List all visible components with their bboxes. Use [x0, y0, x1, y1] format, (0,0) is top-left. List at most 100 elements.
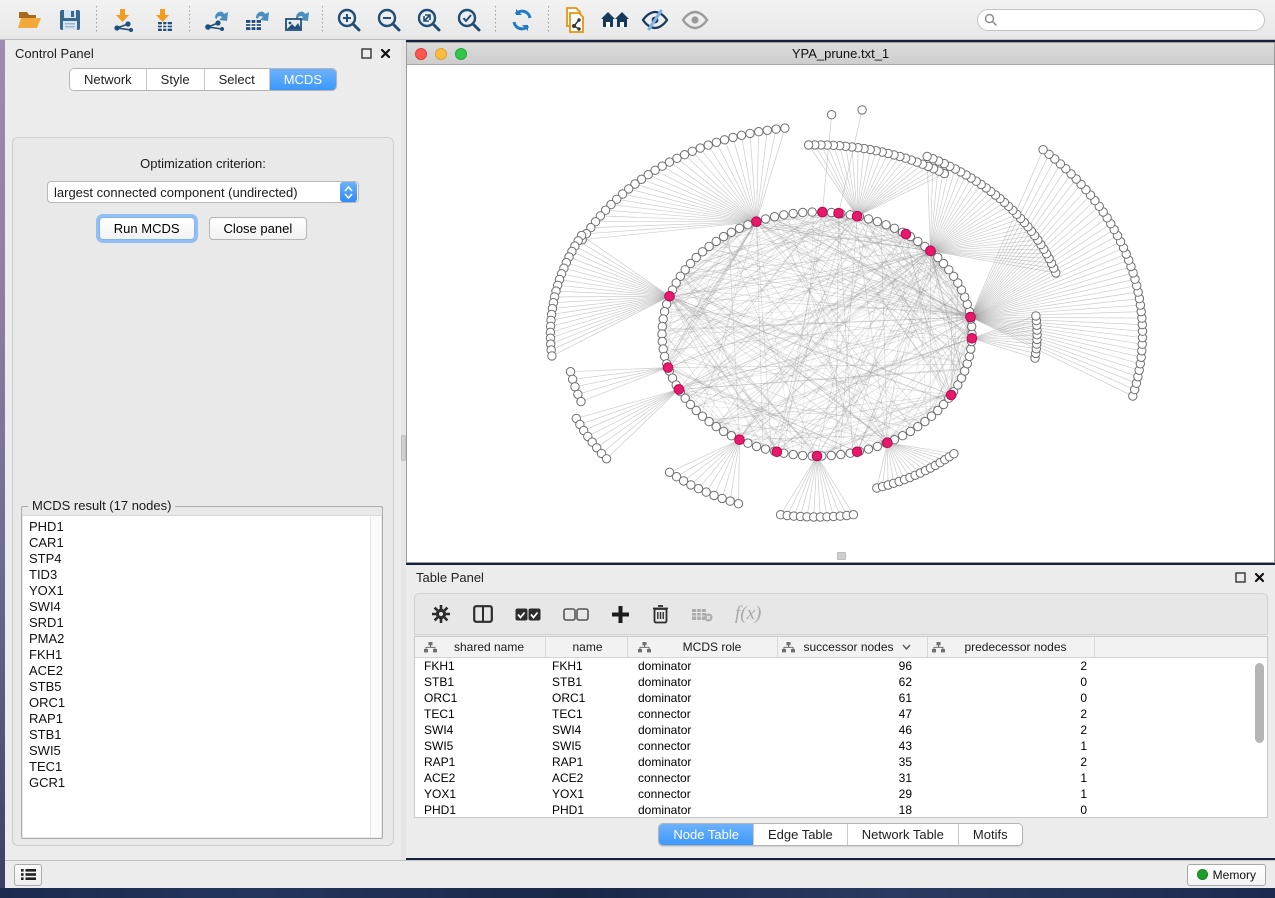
table-cell[interactable]: RAP1 — [546, 754, 628, 770]
table-cell[interactable]: STB1 — [546, 674, 628, 690]
table-row[interactable]: PHD1PHD1dominator180 — [415, 802, 1267, 818]
table-cell[interactable]: SWI5 — [546, 738, 628, 754]
splitter-grip-horizontal[interactable] — [837, 552, 846, 560]
tab-mcds[interactable]: MCDS — [270, 69, 336, 90]
table-cell[interactable]: FKH1 — [415, 658, 546, 674]
zoom-out-button[interactable] — [369, 3, 409, 37]
add-column-button[interactable] — [611, 605, 630, 624]
table-cell[interactable]: TEC1 — [546, 706, 628, 722]
column-header-predecessor-nodes[interactable]: predecessor nodes — [928, 637, 1095, 657]
close-panel-icon[interactable] — [1254, 572, 1265, 583]
table-cell[interactable]: ACE2 — [415, 770, 546, 786]
save-session-button[interactable] — [50, 3, 90, 37]
table-row[interactable]: RAP1RAP1dominator352 — [415, 754, 1267, 770]
table-row[interactable]: YOX1YOX1connector291 — [415, 786, 1267, 802]
table-scrollbar[interactable] — [1255, 663, 1264, 743]
zoom-selected-button[interactable] — [449, 3, 489, 37]
table-cell[interactable]: 0 — [928, 802, 1095, 818]
tab-style[interactable]: Style — [147, 69, 205, 90]
table-cell[interactable]: 43 — [778, 738, 928, 754]
table-cell[interactable]: connector — [628, 738, 778, 754]
houses-button[interactable] — [595, 3, 635, 37]
table-cell[interactable]: STB1 — [415, 674, 546, 690]
table-cell[interactable]: ORC1 — [415, 690, 546, 706]
memory-button[interactable]: Memory — [1187, 864, 1266, 886]
table-cell[interactable]: connector — [628, 770, 778, 786]
table-cell[interactable]: 1 — [928, 738, 1095, 754]
table-cell[interactable]: 1 — [928, 786, 1095, 802]
tab-select[interactable]: Select — [205, 69, 270, 90]
export-image-button[interactable] — [276, 3, 316, 37]
table-cell[interactable]: 35 — [778, 754, 928, 770]
open-session-button[interactable] — [10, 3, 50, 37]
table-cell[interactable]: 18 — [778, 802, 928, 818]
table-row[interactable]: FKH1FKH1dominator962 — [415, 658, 1267, 674]
close-panel-button[interactable]: Close panel — [209, 217, 308, 240]
column-header-successor-nodes[interactable]: successor nodes — [778, 637, 928, 657]
close-panel-icon[interactable] — [380, 48, 391, 59]
table-cell[interactable]: dominator — [628, 802, 778, 818]
table-cell[interactable]: 62 — [778, 674, 928, 690]
table-cell[interactable]: SWI4 — [546, 722, 628, 738]
mcds-list-scrollbar[interactable] — [370, 516, 381, 837]
network-graph[interactable] — [407, 65, 1274, 562]
table-cell[interactable]: connector — [628, 706, 778, 722]
table-cell[interactable]: 2 — [928, 722, 1095, 738]
table-cell[interactable]: ACE2 — [546, 770, 628, 786]
hide-selected-button[interactable] — [635, 3, 675, 37]
column-header-MCDS-role[interactable]: MCDS role — [628, 637, 778, 657]
table-settings-button[interactable] — [431, 604, 451, 624]
tab-network-table[interactable]: Network Table — [848, 824, 959, 845]
table-cell[interactable]: SWI4 — [415, 722, 546, 738]
run-mcds-button[interactable]: Run MCDS — [99, 217, 195, 240]
show-all-button[interactable] — [675, 3, 715, 37]
duplicate-network-button[interactable] — [555, 3, 595, 37]
table-row[interactable]: SWI4SWI4dominator462 — [415, 722, 1267, 738]
table-cell[interactable]: YOX1 — [415, 786, 546, 802]
float-panel-icon[interactable] — [361, 48, 372, 59]
table-cell[interactable]: SWI5 — [415, 738, 546, 754]
table-cell[interactable]: PHD1 — [415, 802, 546, 818]
table-cell[interactable]: RAP1 — [415, 754, 546, 770]
select-all-button[interactable] — [515, 608, 541, 621]
table-cell[interactable]: 61 — [778, 690, 928, 706]
table-cell[interactable]: connector — [628, 786, 778, 802]
table-cell[interactable]: PHD1 — [546, 802, 628, 818]
column-header-shared-name[interactable]: shared name — [415, 637, 546, 657]
table-cell[interactable]: 0 — [928, 690, 1095, 706]
table-cell[interactable]: 47 — [778, 706, 928, 722]
table-cell[interactable]: 31 — [778, 770, 928, 786]
network-titlebar[interactable]: YPA_prune.txt_1 — [407, 43, 1274, 65]
tab-edge-table[interactable]: Edge Table — [754, 824, 848, 845]
table-cell[interactable]: 1 — [928, 770, 1095, 786]
zoom-fit-button[interactable] — [409, 3, 449, 37]
table-row[interactable]: STB1STB1dominator620 — [415, 674, 1267, 690]
float-panel-icon[interactable] — [1235, 572, 1246, 583]
table-cell[interactable]: dominator — [628, 722, 778, 738]
show-columns-button[interactable] — [473, 605, 493, 623]
import-table-button[interactable] — [143, 3, 183, 37]
table-cell[interactable]: 2 — [928, 658, 1095, 674]
table-cell[interactable]: TEC1 — [415, 706, 546, 722]
table-cell[interactable]: 29 — [778, 786, 928, 802]
table-row[interactable]: ORC1ORC1dominator610 — [415, 690, 1267, 706]
search-input[interactable] — [977, 9, 1265, 31]
zoom-in-button[interactable] — [329, 3, 369, 37]
delete-table-button-disabled[interactable] — [691, 607, 713, 622]
table-cell[interactable]: YOX1 — [546, 786, 628, 802]
table-cell[interactable]: 46 — [778, 722, 928, 738]
tab-network[interactable]: Network — [70, 69, 147, 90]
mcds-result-list[interactable]: PHD1CAR1STP4TID3YOX1SWI4SRD1PMA2FKH1ACE2… — [23, 515, 381, 837]
tab-node-table[interactable]: Node Table — [659, 824, 754, 845]
table-row[interactable]: TEC1TEC1connector472 — [415, 706, 1267, 722]
optimization-criterion-select[interactable]: largest connected component (undirected) — [47, 181, 359, 203]
delete-column-button[interactable] — [652, 604, 669, 624]
table-cell[interactable]: 2 — [928, 706, 1095, 722]
table-cell[interactable]: dominator — [628, 754, 778, 770]
table-cell[interactable]: ORC1 — [546, 690, 628, 706]
refresh-button[interactable] — [502, 3, 542, 37]
table-row[interactable]: SWI5SWI5connector431 — [415, 738, 1267, 754]
export-network-button[interactable] — [196, 3, 236, 37]
table-cell[interactable]: dominator — [628, 690, 778, 706]
table-cell[interactable]: FKH1 — [546, 658, 628, 674]
